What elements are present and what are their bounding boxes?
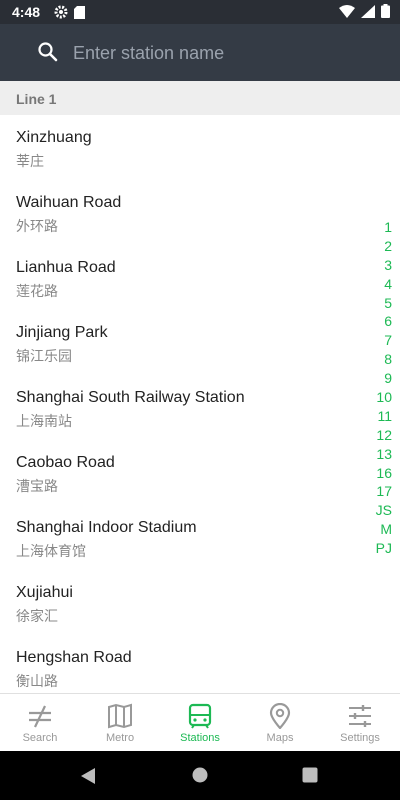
sliders-icon — [347, 703, 373, 734]
line-index-item[interactable]: 17 — [376, 482, 392, 501]
nav-settings[interactable]: Settings — [320, 694, 400, 752]
train-icon — [187, 703, 213, 734]
line-index-item[interactable]: 2 — [384, 237, 392, 256]
station-name: Waihuan Road — [16, 194, 122, 211]
section-title: Line 1 — [16, 91, 57, 107]
nav-label: Search — [22, 732, 58, 744]
station-item[interactable]: Xinzhuang 莘庄 — [0, 115, 400, 180]
station-chinese-name: 漕宝路 — [16, 478, 58, 494]
line-index-item[interactable]: JS — [376, 501, 392, 520]
nav-maps[interactable]: Maps — [240, 694, 320, 752]
back-icon[interactable] — [80, 767, 96, 790]
line-index-item[interactable]: 11 — [377, 407, 392, 426]
battery-icon — [381, 4, 390, 23]
system-nav-bar — [0, 751, 400, 800]
station-name: Xinzhuang — [16, 129, 92, 146]
line-index-item[interactable]: 12 — [376, 426, 392, 445]
line-index-item[interactable]: 1 — [384, 218, 392, 237]
station-name: Xujiahui — [16, 584, 73, 601]
bottom-nav: Search Metro Stations Maps Settings — [0, 693, 400, 752]
station-item[interactable]: Lianhua Road 莲花路 — [0, 245, 400, 310]
station-item[interactable]: Hengshan Road 衡山路 — [0, 635, 400, 693]
map-book-icon — [107, 703, 133, 734]
status-bar: 4:48 — [0, 0, 400, 24]
line-index-item[interactable]: M — [380, 520, 392, 539]
search-input[interactable] — [73, 38, 373, 68]
line-index-item[interactable]: 8 — [384, 350, 392, 369]
station-chinese-name: 外环路 — [16, 218, 58, 234]
sd-card-icon — [74, 5, 85, 24]
home-icon[interactable] — [192, 767, 208, 788]
station-chinese-name: 徐家汇 — [16, 608, 58, 624]
nav-label: Metro — [105, 732, 135, 744]
station-item[interactable]: Shanghai South Railway Station 上海南站 — [0, 375, 400, 440]
station-chinese-name: 上海南站 — [16, 413, 72, 429]
station-chinese-name: 莲花路 — [16, 283, 58, 299]
nav-label: Settings — [340, 732, 380, 744]
station-name: Lianhua Road — [16, 259, 116, 276]
nav-label: Stations — [180, 732, 220, 744]
line-index-item[interactable]: 13 — [376, 445, 392, 464]
signal-icon — [361, 4, 375, 23]
station-item[interactable]: Waihuan Road 外环路 — [0, 180, 400, 245]
station-item[interactable]: Xujiahui 徐家汇 — [0, 570, 400, 635]
line-index: 1 2 3 4 5 6 7 8 9 10 11 12 13 16 17 JS M… — [376, 218, 392, 558]
station-name: Caobao Road — [16, 454, 115, 471]
line-index-item[interactable]: 6 — [384, 312, 392, 331]
station-item[interactable]: Shanghai Indoor Stadium 上海体育馆 — [0, 505, 400, 570]
station-name: Shanghai South Railway Station — [16, 389, 245, 406]
station-chinese-name: 锦江乐园 — [16, 348, 72, 364]
station-name: Shanghai Indoor Stadium — [16, 519, 197, 536]
gear-icon — [54, 5, 68, 24]
recents-icon[interactable] — [302, 767, 318, 788]
line-index-item[interactable]: 16 — [376, 464, 392, 483]
station-name: Jinjiang Park — [16, 324, 108, 341]
line-index-item[interactable]: 4 — [384, 275, 392, 294]
station-chinese-name: 上海体育馆 — [16, 543, 86, 559]
station-list: Xinzhuang 莘庄 Waihuan Road 外环路 Lianhua Ro… — [0, 115, 400, 693]
nav-label: Maps — [266, 732, 294, 744]
station-item[interactable]: Jinjiang Park 锦江乐园 — [0, 310, 400, 375]
line-index-item[interactable]: 10 — [376, 388, 392, 407]
station-chinese-name: 莘庄 — [16, 153, 44, 169]
station-chinese-name: 衡山路 — [16, 673, 58, 689]
status-time: 4:48 — [12, 4, 41, 20]
search-bar — [0, 24, 400, 81]
nav-search[interactable]: Search — [0, 694, 80, 752]
station-item[interactable]: Caobao Road 漕宝路 — [0, 440, 400, 505]
nav-metro[interactable]: Metro — [80, 694, 160, 752]
line-index-item[interactable]: PJ — [376, 539, 392, 558]
nav-stations[interactable]: Stations — [160, 694, 240, 752]
wifi-icon — [339, 4, 355, 23]
station-name: Hengshan Road — [16, 649, 132, 666]
search-lines-icon — [27, 703, 53, 734]
section-header: Line 1 — [0, 81, 400, 115]
search-icon[interactable] — [37, 41, 59, 68]
line-index-item[interactable]: 3 — [384, 256, 392, 275]
location-pin-icon — [267, 702, 293, 734]
line-index-item[interactable]: 9 — [384, 369, 392, 388]
line-index-item[interactable]: 5 — [384, 294, 392, 313]
line-index-item[interactable]: 7 — [384, 331, 392, 350]
